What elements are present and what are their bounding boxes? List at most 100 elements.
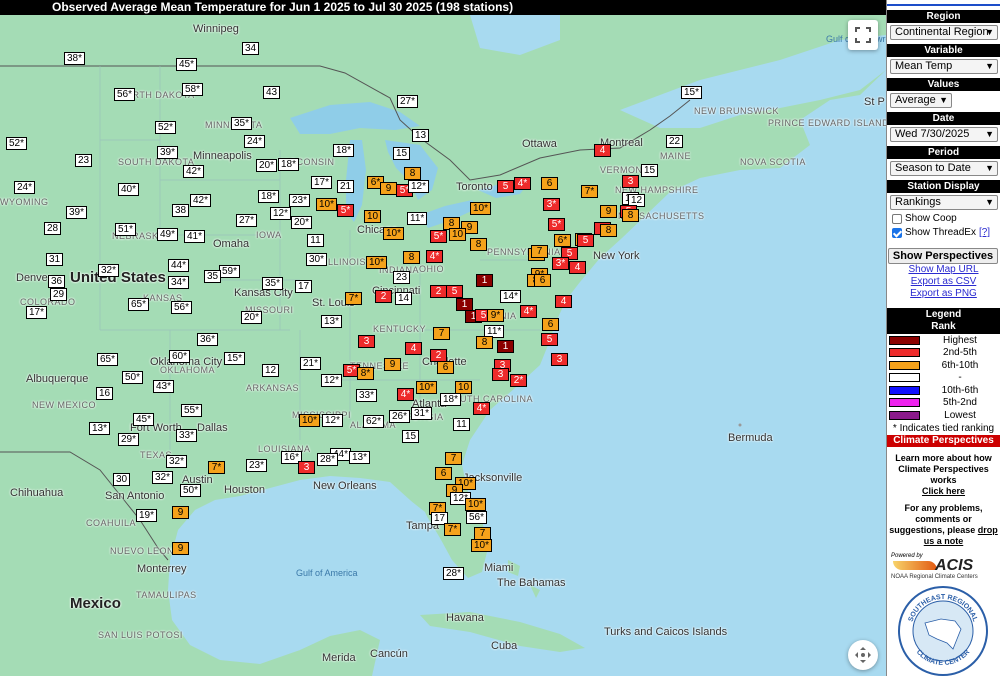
station-rank-marker[interactable]: 4 <box>405 342 422 355</box>
station-rank-marker[interactable]: 4* <box>514 177 531 190</box>
show-map-url-link[interactable]: Show Map URL <box>887 264 1000 276</box>
station-rank-marker[interactable]: 4* <box>426 250 443 263</box>
station-rank-marker[interactable]: 7* <box>345 292 362 305</box>
station-rank-marker[interactable]: 56* <box>466 511 488 524</box>
station-rank-marker[interactable]: 30 <box>113 473 131 486</box>
station-rank-marker[interactable]: 10* <box>366 256 388 269</box>
station-rank-marker[interactable]: 31 <box>46 253 64 266</box>
click-here-link[interactable]: Click here <box>922 486 965 496</box>
station-rank-marker[interactable]: 21 <box>337 180 355 193</box>
station-rank-marker[interactable]: 8 <box>404 167 421 180</box>
station-rank-marker[interactable]: 40* <box>118 183 140 196</box>
station-rank-marker[interactable]: 24* <box>244 135 266 148</box>
station-rank-marker[interactable]: 45* <box>176 58 198 71</box>
station-rank-marker[interactable]: 6 <box>437 361 454 374</box>
station-rank-marker[interactable]: 43* <box>153 380 175 393</box>
station-rank-marker[interactable]: 18* <box>333 144 355 157</box>
station-rank-marker[interactable]: 4* <box>397 388 414 401</box>
station-rank-marker[interactable]: 13* <box>321 315 343 328</box>
station-rank-marker[interactable]: 15* <box>681 86 703 99</box>
station-rank-marker[interactable]: 27* <box>397 95 419 108</box>
station-rank-marker[interactable]: 10* <box>470 202 492 215</box>
station-rank-marker[interactable]: 31* <box>411 407 433 420</box>
station-rank-marker[interactable]: 12 <box>262 364 280 377</box>
station-rank-marker[interactable]: 22 <box>666 135 684 148</box>
station-rank-marker[interactable]: 21* <box>300 357 322 370</box>
station-rank-marker[interactable]: 2 <box>375 290 392 303</box>
station-rank-marker[interactable]: 5* <box>430 230 447 243</box>
station-rank-marker[interactable]: 15 <box>393 147 411 160</box>
station-rank-marker[interactable]: 32* <box>166 455 188 468</box>
station-rank-marker[interactable]: 55* <box>181 404 203 417</box>
period-select[interactable]: Season to Date ▼ <box>890 161 998 176</box>
station-rank-marker[interactable]: 26* <box>389 410 411 423</box>
station-rank-marker[interactable]: 13* <box>89 422 111 435</box>
station-rank-marker[interactable]: 15* <box>224 352 246 365</box>
station-rank-marker[interactable]: 34* <box>168 276 190 289</box>
srcc-logo[interactable]: SOUTHEAST REGIONAL CLIMATE CENTER <box>897 585 1000 676</box>
station-rank-marker[interactable]: 15 <box>641 164 659 177</box>
station-rank-marker[interactable]: 42* <box>183 165 205 178</box>
station-rank-marker[interactable]: 2 <box>430 285 447 298</box>
station-rank-marker[interactable]: 8* <box>357 367 374 380</box>
export-csv-link[interactable]: Export as CSV <box>887 276 1000 288</box>
station-rank-marker[interactable]: 10* <box>299 414 321 427</box>
station-rank-marker[interactable]: 8 <box>600 224 617 237</box>
station-rank-marker[interactable]: 59* <box>219 265 241 278</box>
station-rank-marker[interactable]: 5 <box>541 333 558 346</box>
station-rank-marker[interactable]: 7 <box>531 245 548 258</box>
climate-map[interactable]: Winnipeg United States Mexico Minneapolis Om… <box>0 0 886 676</box>
station-rank-marker[interactable]: 52* <box>155 121 177 134</box>
fullscreen-button[interactable] <box>848 20 878 50</box>
station-rank-marker[interactable]: 4* <box>520 305 537 318</box>
station-rank-marker[interactable]: 3 <box>298 461 315 474</box>
variable-select[interactable]: Mean Temp ▼ <box>890 59 998 74</box>
station-rank-marker[interactable]: 65* <box>97 353 119 366</box>
station-rank-marker[interactable]: 5* <box>548 218 565 231</box>
station-rank-marker[interactable]: 62* <box>363 415 385 428</box>
station-rank-marker[interactable]: 9 <box>172 542 189 555</box>
station-rank-marker[interactable]: 41* <box>184 230 206 243</box>
station-rank-marker[interactable]: 20* <box>241 311 263 324</box>
station-rank-marker[interactable]: 7 <box>445 452 462 465</box>
show-threadex-checkbox[interactable] <box>892 227 902 238</box>
acis-logo[interactable]: Powered by ACIS NOAA Regional Climate Ce… <box>891 553 1000 581</box>
station-rank-marker[interactable]: 10* <box>316 198 338 211</box>
station-rank-marker[interactable]: 44* <box>168 259 190 272</box>
station-rank-marker[interactable]: 38 <box>172 204 190 217</box>
station-rank-marker[interactable]: 29* <box>118 433 140 446</box>
station-rank-marker[interactable]: 42* <box>190 194 212 207</box>
station-rank-marker[interactable]: 29 <box>50 288 68 301</box>
station-rank-marker[interactable]: 7* <box>208 461 225 474</box>
station-rank-marker[interactable]: 32* <box>152 471 174 484</box>
station-rank-marker[interactable]: 17* <box>26 306 48 319</box>
station-rank-marker[interactable]: 9 <box>380 182 397 195</box>
station-rank-marker[interactable]: 10* <box>416 381 438 394</box>
station-rank-marker[interactable]: 30* <box>306 253 328 266</box>
station-rank-marker[interactable]: 3 <box>358 335 375 348</box>
station-rank-marker[interactable]: 12* <box>322 414 344 427</box>
station-rank-marker[interactable]: 56* <box>114 88 136 101</box>
station-rank-marker[interactable]: 18* <box>278 158 300 171</box>
station-rank-marker[interactable]: 2* <box>510 374 527 387</box>
station-rank-marker[interactable]: 11 <box>307 234 324 247</box>
station-rank-marker[interactable]: 43 <box>263 86 281 99</box>
station-rank-marker[interactable]: 3* <box>552 257 569 270</box>
export-png-link[interactable]: Export as PNG <box>887 288 1000 300</box>
show-perspectives-button[interactable]: Show Perspectives <box>888 248 998 264</box>
station-rank-marker[interactable]: 35 <box>204 270 222 283</box>
station-rank-marker[interactable]: 10 <box>364 210 382 223</box>
station-rank-marker[interactable]: 17 <box>295 280 313 293</box>
station-rank-marker[interactable]: 24* <box>14 181 36 194</box>
station-rank-marker[interactable]: 3 <box>492 368 509 381</box>
station-rank-marker[interactable]: 5 <box>577 234 594 247</box>
station-rank-marker[interactable]: 51* <box>115 223 137 236</box>
station-rank-marker[interactable]: 5* <box>337 204 354 217</box>
station-rank-marker[interactable]: 10* <box>383 227 405 240</box>
station-rank-marker[interactable]: 3 <box>551 353 568 366</box>
station-rank-marker[interactable]: 23* <box>289 194 311 207</box>
station-rank-marker[interactable]: 5 <box>446 285 463 298</box>
station-rank-marker[interactable]: 1 <box>476 274 493 287</box>
station-rank-marker[interactable]: 27* <box>236 214 258 227</box>
station-rank-marker[interactable]: 10* <box>471 539 493 552</box>
